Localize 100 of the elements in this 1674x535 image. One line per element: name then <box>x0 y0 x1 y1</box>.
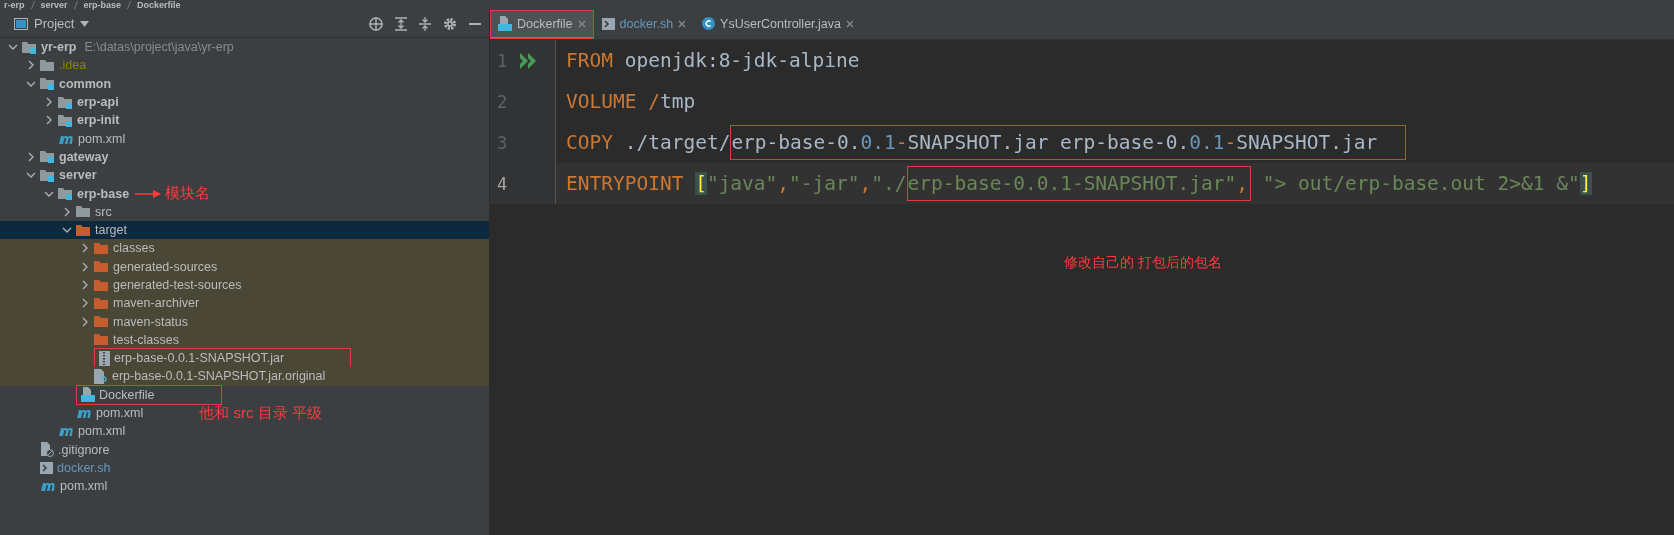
file-name: pom.xml <box>60 479 108 494</box>
tree-row[interactable]: server <box>0 166 489 185</box>
chevron-right-icon[interactable] <box>26 151 36 162</box>
highlight-box: erp-base-0.0.1-SNAPSHOT.jar erp-base-0.0.1-SNAPSHOT.jar <box>730 125 1407 160</box>
tree-row[interactable]: erp-base-0.0.1-SNAPSHOT.jar.original <box>0 367 489 386</box>
file-name: erp-base-0.0.1-SNAPSHOT.jar.original <box>112 369 326 384</box>
folder-icon <box>76 223 91 237</box>
file-name: common <box>59 76 112 91</box>
breadcrumb-item[interactable]: Dockerfile <box>137 0 181 10</box>
editor-tab[interactable]: YsUserController.java <box>694 10 862 39</box>
folder-icon <box>94 278 109 292</box>
file-name: test-classes <box>113 332 179 347</box>
file-name: yr-erp <box>41 40 77 55</box>
close-icon[interactable] <box>846 19 854 28</box>
code-line: COPY ./target/erp-base-0.0.1-SNAPSHOT.jar erp-base-0.0.1-SNAPSHOT.jar <box>556 125 1407 160</box>
breadcrumb-item[interactable]: r-erp <box>4 0 25 10</box>
minimize-icon[interactable] <box>469 22 481 25</box>
annotation-text: 修改自己的 打包后的包名 <box>1064 254 1223 272</box>
chevron-right-icon[interactable] <box>62 206 72 217</box>
tree-row[interactable]: yr-erp E:\datas\project\java\yr-erp <box>0 38 489 57</box>
file-name: generated-test-sources <box>113 278 242 292</box>
tree-row[interactable]: src <box>0 202 489 221</box>
tree-row[interactable]: pom.xml <box>0 422 489 441</box>
crosshair-icon[interactable] <box>369 16 383 31</box>
breadcrumb-item[interactable]: erp-base <box>83 0 122 10</box>
docker-file-icon <box>498 16 512 31</box>
file-name: maven-status <box>113 314 189 329</box>
chevron-right-icon[interactable] <box>80 316 90 327</box>
slash-separator-icon <box>73 1 78 9</box>
file-name: erp-base-0.0.1-SNAPSHOT.jar <box>114 351 285 366</box>
tree-row[interactable]: common <box>0 74 489 93</box>
tree-row[interactable]: classes <box>0 239 489 258</box>
highlight-box: erp-base-0.0.1-SNAPSHOT.jar", <box>906 166 1251 201</box>
file-name: generated-sources <box>113 259 218 274</box>
ignore-file-icon <box>40 442 54 458</box>
settings-icon[interactable] <box>443 16 457 31</box>
file-name: Dockerfile <box>99 387 155 402</box>
tree-row[interactable]: pom.xml <box>0 129 489 148</box>
chevron-right-icon[interactable] <box>44 115 54 126</box>
path-hint: E:\datas\project\java\yr-erp <box>84 40 234 55</box>
slash-separator-icon <box>30 1 35 9</box>
chevron-right-icon[interactable] <box>80 298 90 309</box>
tree-row[interactable]: pom.xml <box>0 477 489 496</box>
tree-row[interactable]: erp-api <box>0 92 489 112</box>
dropdown-caret-icon[interactable] <box>80 20 90 27</box>
annotation-text: 模块名 <box>165 184 211 204</box>
run-icon[interactable] <box>520 52 538 69</box>
tree-row[interactable]: maven-status <box>0 312 489 331</box>
tree-row[interactable]: gateway <box>0 147 489 167</box>
module-folder-icon <box>22 40 37 54</box>
arrow-icon <box>135 189 162 198</box>
code-line: ENTRYPOINT ["java","-jar","./erp-base-0.0.1-SNAPSHOT.jar", "> out/erp-base.out 2>&1 &"] <box>556 166 1592 201</box>
tree-row[interactable]: .gitignore <box>0 440 489 459</box>
code-line: FROM openjdk:8-jdk-alpine <box>565 49 860 72</box>
tree-row[interactable]: maven-archiver <box>0 294 489 313</box>
class-icon <box>702 17 716 30</box>
folder-icon <box>40 58 55 72</box>
collapse-all-icon[interactable] <box>419 16 431 31</box>
chevron-right-icon[interactable] <box>80 261 90 272</box>
unknown-file-icon <box>94 369 108 384</box>
window-icon <box>14 17 28 30</box>
code-line: VOLUME /tmp <box>565 90 696 113</box>
terminal-icon <box>40 461 53 474</box>
tree-row[interactable]: docker.sh <box>0 458 489 478</box>
module-folder-icon <box>40 150 55 164</box>
module-folder-icon <box>58 187 73 200</box>
file-name: server <box>59 168 97 183</box>
chevron-right-icon[interactable] <box>44 97 54 108</box>
file-name: .idea <box>59 58 87 73</box>
tree-row[interactable]: erp-base 模块名 <box>0 184 489 203</box>
chevron-right-icon[interactable] <box>80 280 90 290</box>
chevron-right-icon[interactable] <box>80 243 90 254</box>
file-name: .gitignore <box>58 442 110 457</box>
archive-icon <box>99 350 110 366</box>
file-name: erp-init <box>77 113 120 128</box>
panel-title[interactable]: Project <box>34 16 75 31</box>
letter-m-icon <box>58 425 74 438</box>
tree-row[interactable]: erp-init <box>0 111 489 130</box>
file-name: maven-archiver <box>113 296 200 311</box>
chevron-right-icon[interactable] <box>26 60 36 71</box>
tree-row[interactable]: Dockerfile <box>0 385 489 404</box>
module-folder-icon <box>40 77 55 91</box>
terminal-icon <box>601 17 615 30</box>
file-name: src <box>95 204 112 219</box>
expand-all-icon[interactable] <box>395 16 407 31</box>
folder-icon <box>94 333 109 347</box>
tree-row[interactable]: erp-base-0.0.1-SNAPSHOT.jar <box>0 349 489 368</box>
docker-file-icon <box>81 387 95 403</box>
file-name: erp-base <box>77 186 130 201</box>
annotation-text: 他和 src 目录 平级 <box>199 403 322 423</box>
editor-tab[interactable]: Dockerfile <box>490 10 594 39</box>
file-name: gateway <box>59 149 109 164</box>
tree-row[interactable]: pom.xml 他和 src 目录 平级 <box>0 403 489 423</box>
tree-row[interactable]: target <box>0 220 489 240</box>
editor-tab[interactable]: docker.sh <box>593 10 695 39</box>
close-icon[interactable] <box>678 19 687 28</box>
breadcrumb-item[interactable]: server <box>40 0 68 10</box>
file-name: pom.xml <box>78 424 126 439</box>
letter-m-icon <box>40 480 56 493</box>
file-name: erp-api <box>77 95 119 110</box>
